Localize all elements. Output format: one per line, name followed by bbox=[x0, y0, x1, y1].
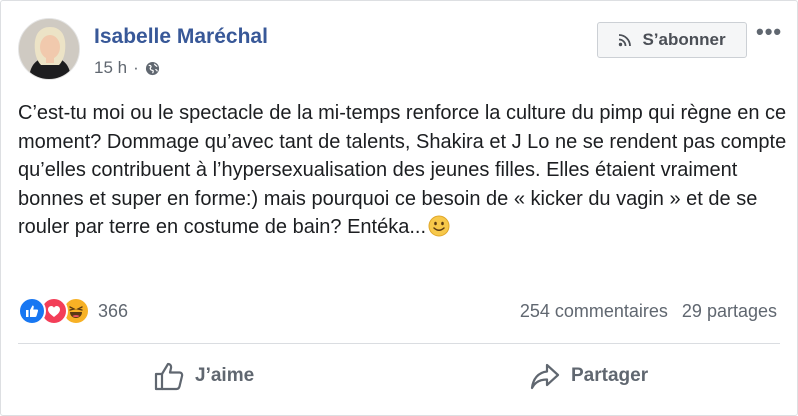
like-reaction-icon bbox=[18, 297, 46, 325]
subscribe-label: S’abonner bbox=[642, 30, 726, 49]
post-card: Isabelle Maréchal 15 h · S’abonner ••• C… bbox=[0, 0, 798, 416]
globe-icon bbox=[145, 61, 159, 75]
subscribe-button[interactable]: S’abonner bbox=[597, 22, 747, 58]
reactions-summary[interactable]: 366 bbox=[18, 297, 128, 325]
avatar-photo bbox=[19, 19, 79, 79]
more-options-icon[interactable]: ••• bbox=[756, 21, 782, 43]
slightly-smiling-face-icon bbox=[428, 215, 450, 237]
actions-divider bbox=[18, 343, 780, 344]
like-label: J’aime bbox=[195, 365, 255, 386]
reactions-count: 366 bbox=[98, 300, 129, 321]
post-timestamp[interactable]: 15 h bbox=[94, 58, 127, 78]
author-avatar[interactable] bbox=[18, 18, 80, 80]
shares-count-link[interactable]: 29 partages bbox=[682, 301, 777, 322]
thumbs-up-icon bbox=[154, 362, 184, 391]
author-name[interactable]: Isabelle Maréchal bbox=[94, 25, 268, 49]
rss-icon bbox=[619, 34, 632, 47]
post-text: C’est-tu moi ou le spectacle de la mi-te… bbox=[18, 102, 787, 238]
like-button[interactable]: J’aime bbox=[153, 361, 254, 391]
share-arrow-icon bbox=[530, 363, 560, 390]
post-meta: 15 h · bbox=[94, 58, 160, 78]
share-button[interactable]: Partager bbox=[529, 361, 648, 391]
meta-separator: · bbox=[133, 58, 139, 77]
comments-count-link[interactable]: 254 commentaires bbox=[520, 301, 668, 322]
post-stats: 254 commentaires 29 partages bbox=[520, 301, 777, 322]
post-body: C’est-tu moi ou le spectacle de la mi-te… bbox=[18, 99, 788, 242]
share-label: Partager bbox=[571, 365, 649, 386]
